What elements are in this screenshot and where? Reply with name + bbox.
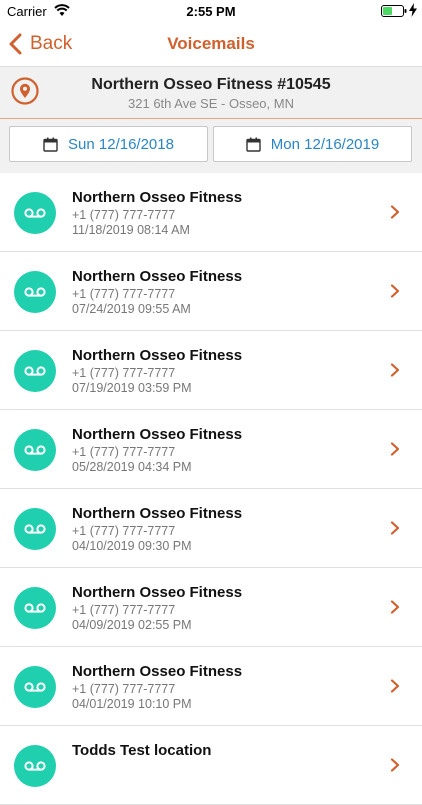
end-date-label: Mon 12/16/2019: [270, 135, 380, 153]
voicemail-icon: [24, 445, 46, 455]
voicemail-avatar: [14, 666, 56, 708]
voicemail-list-item[interactable]: Northern Osseo Fitness +1 (777) 777-7777…: [0, 647, 422, 726]
voicemail-avatar: [14, 350, 56, 392]
voicemail-caller-name: Todds Test location: [72, 742, 212, 759]
voicemail-icon: [24, 603, 46, 613]
location-name: Northern Osseo Fitness #10545: [91, 76, 331, 93]
voicemail-phone: +1 (777) 777-7777: [72, 208, 176, 222]
voicemail-caller-name: Northern Osseo Fitness: [72, 189, 243, 206]
voicemail-timestamp: 07/24/2019 09:55 AM: [72, 302, 191, 316]
voicemail-list-item[interactable]: Todds Test location: [0, 726, 422, 805]
calendar-icon: [43, 137, 58, 152]
voicemail-list-item[interactable]: Northern Osseo Fitness +1 (777) 777-7777…: [0, 410, 422, 489]
voicemail-list-item[interactable]: Northern Osseo Fitness +1 (777) 777-7777…: [0, 489, 422, 568]
voicemail-caller-name: Northern Osseo Fitness: [72, 426, 243, 443]
chevron-right-icon: [390, 284, 400, 298]
voicemail-icon: [24, 682, 46, 692]
voicemail-list: Northern Osseo Fitness +1 (777) 777-7777…: [0, 173, 422, 805]
voicemail-icon: [24, 366, 46, 376]
voicemail-list-item[interactable]: Northern Osseo Fitness +1 (777) 777-7777…: [0, 331, 422, 410]
navigation-bar: Back Voicemails: [0, 22, 422, 66]
voicemail-phone: +1 (777) 777-7777: [72, 445, 176, 459]
chevron-right-icon: [390, 442, 400, 456]
voicemail-timestamp: 04/01/2019 10:10 PM: [72, 697, 192, 711]
voicemail-icon: [24, 287, 46, 297]
voicemail-caller-name: Northern Osseo Fitness: [72, 584, 243, 601]
voicemail-avatar: [14, 192, 56, 234]
start-date-button[interactable]: Sun 12/16/2018: [9, 126, 208, 162]
voicemail-phone: +1 (777) 777-7777: [72, 603, 176, 617]
chevron-right-icon: [390, 679, 400, 693]
status-bar: Carrier 2:55 PM: [0, 0, 422, 22]
voicemail-avatar: [14, 508, 56, 550]
voicemail-phone: +1 (777) 777-7777: [72, 287, 176, 301]
voicemail-avatar: [14, 587, 56, 629]
voicemail-timestamp: 07/19/2019 03:59 PM: [72, 381, 192, 395]
chevron-right-icon: [390, 521, 400, 535]
chevron-right-icon: [390, 758, 400, 772]
voicemail-avatar: [14, 429, 56, 471]
voicemail-timestamp: 05/28/2019 04:34 PM: [72, 460, 192, 474]
voicemail-avatar: [14, 745, 56, 787]
page-title: Voicemails: [167, 34, 255, 53]
voicemail-phone: +1 (777) 777-7777: [72, 682, 176, 696]
location-address: 321 6th Ave SE - Osseo, MN: [128, 96, 294, 111]
date-filter-row: Sun 12/16/2018 Mon 12/16/2019: [0, 119, 422, 173]
voicemail-list-item[interactable]: Northern Osseo Fitness +1 (777) 777-7777…: [0, 252, 422, 331]
voicemail-list-item[interactable]: Northern Osseo Fitness +1 (777) 777-7777…: [0, 568, 422, 647]
voicemail-caller-name: Northern Osseo Fitness: [72, 347, 243, 364]
voicemail-phone: +1 (777) 777-7777: [72, 366, 176, 380]
voicemail-caller-name: Northern Osseo Fitness: [72, 505, 243, 522]
chevron-right-icon: [390, 363, 400, 377]
start-date-label: Sun 12/16/2018: [68, 135, 174, 153]
chevron-right-icon: [390, 600, 400, 614]
voicemail-caller-name: Northern Osseo Fitness: [72, 268, 243, 285]
voicemail-timestamp: 04/09/2019 02:55 PM: [72, 618, 192, 632]
status-time: 2:55 PM: [186, 4, 236, 19]
calendar-icon: [246, 137, 261, 152]
voicemail-caller-name: Northern Osseo Fitness: [72, 663, 243, 680]
charging-icon: [409, 3, 417, 17]
end-date-button[interactable]: Mon 12/16/2019: [213, 126, 412, 162]
chevron-right-icon: [390, 205, 400, 219]
battery-icon: [381, 5, 407, 17]
voicemail-icon: [24, 524, 46, 534]
voicemail-avatar: [14, 271, 56, 313]
voicemail-timestamp: 04/10/2019 09:30 PM: [72, 539, 192, 553]
voicemail-icon: [24, 761, 46, 771]
voicemail-list-item[interactable]: Northern Osseo Fitness +1 (777) 777-7777…: [0, 173, 422, 252]
voicemail-timestamp: 11/18/2019 08:14 AM: [72, 223, 190, 237]
location-header: Northern Osseo Fitness #10545 321 6th Av…: [0, 66, 422, 120]
voicemail-icon: [24, 208, 46, 218]
voicemail-phone: +1 (777) 777-7777: [72, 524, 176, 538]
